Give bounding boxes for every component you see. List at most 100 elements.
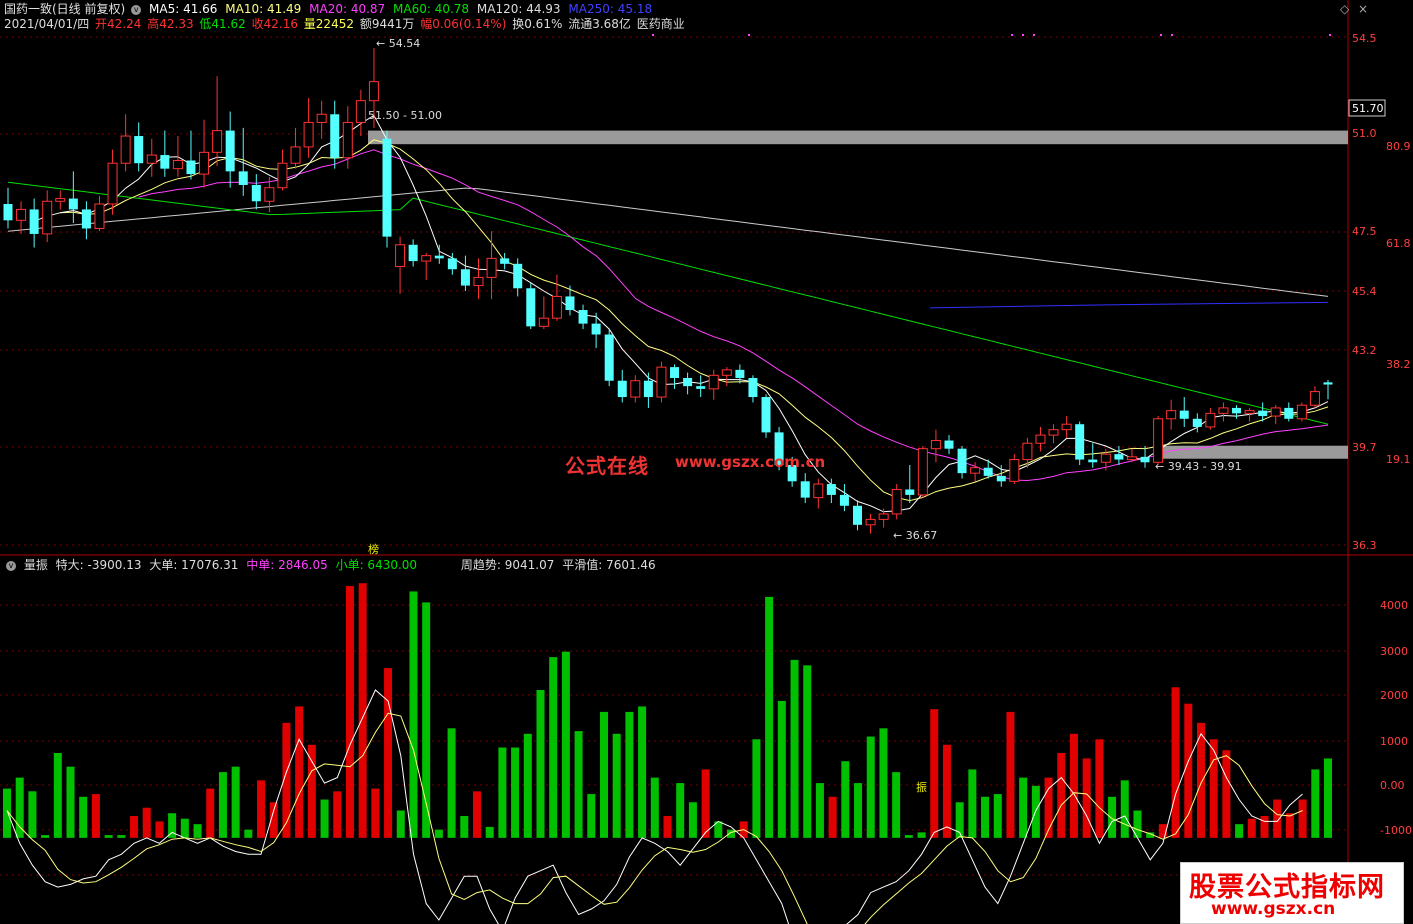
candle-body — [29, 209, 39, 234]
close-icon[interactable]: × — [1358, 2, 1368, 16]
volume-bar — [1108, 796, 1117, 838]
volume-bar — [231, 766, 240, 838]
candle-body — [486, 257, 497, 278]
candle-body — [1022, 442, 1033, 461]
candle-body — [251, 184, 261, 202]
volume-bar — [307, 744, 316, 838]
diamond-icon[interactable]: ◇ — [1340, 2, 1349, 16]
candle-body — [55, 198, 66, 202]
ma5-value: MA5: 41.66 — [149, 2, 218, 16]
price-tick: 54.5 — [1352, 32, 1377, 45]
signal-dot — [1022, 34, 1024, 36]
indicator-name[interactable]: 量振 — [24, 558, 48, 572]
ma60-value: MA60: 40.78 — [393, 2, 470, 16]
volume-bar — [599, 711, 608, 838]
volume-bar — [130, 815, 139, 838]
candle-body — [1088, 459, 1098, 463]
corner-logo: 股票公式指标网 www.gszx.cn — [1180, 862, 1404, 924]
indicator-dropdown-icon[interactable]: v — [6, 560, 16, 571]
volume-bar — [104, 835, 113, 838]
candle-body — [199, 151, 210, 175]
volume-bar — [1247, 818, 1256, 838]
ma250-value: MA250: 45.18 — [568, 2, 653, 16]
volume-bar — [371, 788, 380, 838]
signal-dot — [748, 34, 750, 36]
candle-body — [630, 380, 641, 398]
candle-body — [917, 448, 928, 496]
candle-body — [1035, 434, 1046, 444]
volume-bar — [434, 829, 443, 838]
candle-body — [1009, 459, 1020, 482]
volume-bar — [3, 788, 11, 838]
candle-body — [930, 440, 941, 450]
candle-body — [721, 369, 732, 376]
volume-bar — [574, 731, 583, 838]
volume-bar — [53, 752, 62, 838]
volume-bar — [1057, 752, 1066, 838]
ma250-line — [929, 301, 1329, 309]
weekly-trend-value: 周趋势: 9041.07 — [460, 558, 555, 572]
volume-bar — [41, 835, 50, 838]
candle-body — [1140, 456, 1150, 463]
volume-bar — [1285, 813, 1294, 838]
candle-body — [565, 296, 575, 311]
dropdown-icon[interactable]: v — [131, 4, 142, 15]
volume-bar — [66, 766, 75, 838]
zhongdan-value: 中单: 2846.05 — [246, 558, 328, 572]
sector-value[interactable]: 医药商业 — [637, 17, 685, 31]
volume-bar — [1184, 703, 1193, 838]
volume-bar — [1171, 687, 1180, 838]
teda-value: 特大: -3900.13 — [55, 558, 142, 572]
candle-body — [513, 263, 523, 289]
ma10-line — [60, 139, 1329, 502]
candle-body — [342, 121, 353, 159]
quote-row: 2021/04/01/四 开42.24 高42.33 低41.62 收42.16… — [4, 16, 689, 33]
volume-bar — [917, 832, 926, 838]
volume-bar — [1273, 799, 1282, 838]
volume-bar — [879, 728, 888, 838]
volume-bar — [117, 835, 126, 838]
signal-dot — [1160, 34, 1162, 36]
volume-bar — [612, 733, 621, 838]
volume-bar — [1019, 777, 1028, 838]
signal-dot — [1171, 34, 1173, 36]
candle-body — [1166, 410, 1177, 420]
candle-body — [957, 448, 967, 474]
volume-bar — [79, 796, 88, 838]
candle-body — [1218, 407, 1229, 414]
volume-bar — [244, 829, 253, 838]
candle-body — [826, 484, 836, 495]
candle-body — [708, 374, 719, 390]
price-zone — [1158, 445, 1348, 459]
zhen-marker: 振 — [916, 781, 927, 794]
candle-body — [1232, 407, 1242, 414]
volume-value: 量22452 — [303, 17, 354, 31]
candle-body — [813, 483, 824, 499]
watermark-url: www.gszx.com.cn — [675, 453, 826, 471]
volume-bar — [1006, 711, 1015, 838]
volume-bar — [663, 815, 672, 838]
price-zone — [368, 130, 1348, 145]
volume-bar — [460, 815, 469, 838]
price-tick: 51.70 — [1352, 102, 1384, 115]
candle-body — [277, 162, 288, 189]
sub-tick: 0.00 — [1380, 779, 1405, 792]
signal-dot — [1033, 34, 1035, 36]
candle-body — [683, 378, 693, 387]
low-value: 低41.62 — [199, 17, 246, 31]
volume-bar — [968, 769, 977, 838]
price-tick: 47.5 — [1352, 225, 1377, 238]
volume-bar — [1095, 739, 1104, 838]
candle-body — [330, 114, 340, 158]
volume-bar — [257, 780, 266, 838]
candle-body — [1309, 391, 1320, 406]
candle-body — [1244, 410, 1255, 414]
zone-bottom-label: ← 39.43 - 39.91 — [1155, 460, 1242, 473]
candle-body — [891, 488, 902, 515]
volume-bar — [688, 802, 697, 838]
volume-bar — [828, 796, 837, 838]
price-tick: 39.7 — [1352, 441, 1377, 454]
stock-title[interactable]: 国药一致(日线 前复权) — [4, 2, 125, 16]
smooth-value: 平滑值: 7601.46 — [562, 558, 656, 572]
candle-body — [94, 203, 105, 229]
